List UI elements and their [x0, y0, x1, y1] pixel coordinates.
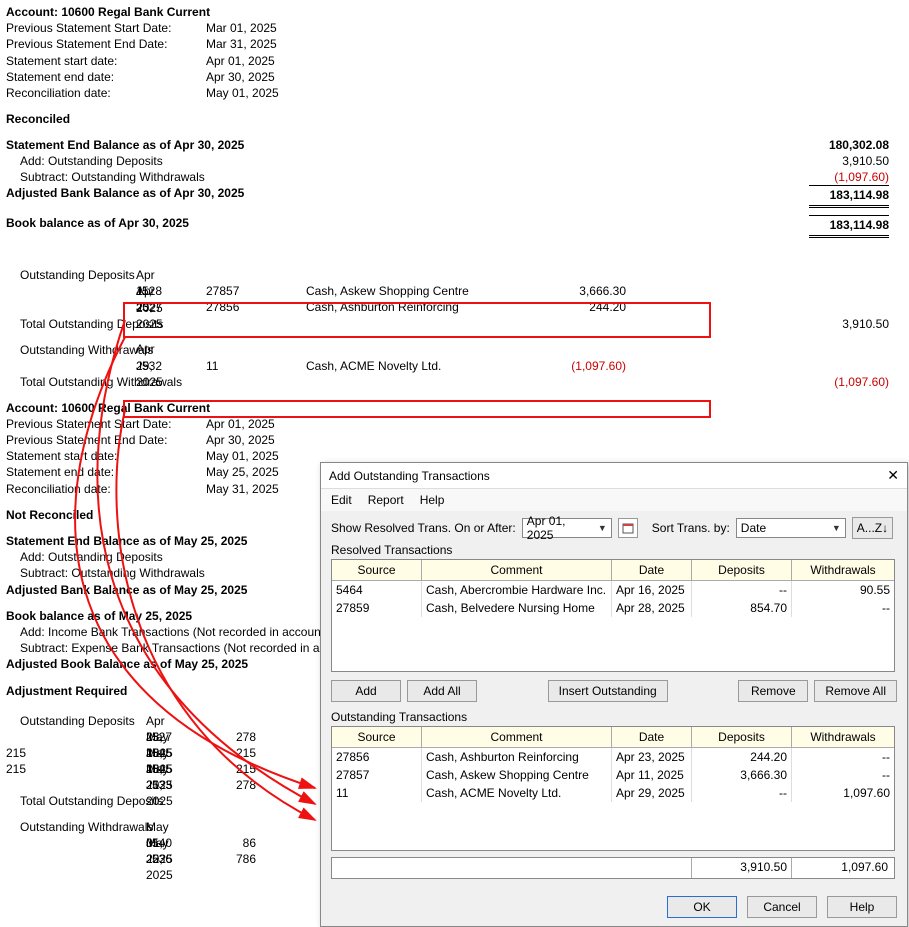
- prev-start-value: Mar 01, 2025: [206, 20, 277, 36]
- recon-date-label: Reconciliation date:: [6, 85, 206, 101]
- prev-end-label: Previous Statement End Date:: [6, 36, 206, 52]
- outstanding-row[interactable]: 27857 Cash, Askew Shopping Centre Apr 11…: [332, 766, 894, 784]
- stmt-end-label: Statement end date:: [6, 69, 206, 85]
- total-withdrawals: 1,097.60: [792, 858, 892, 878]
- resolved-section-label: Resolved Transactions: [331, 543, 897, 557]
- stmt-end-bal-label: Statement End Balance as of Apr 30, 2025: [6, 138, 244, 152]
- calendar-icon[interactable]: [618, 518, 638, 538]
- chevron-down-icon: ▼: [832, 523, 841, 533]
- col-date[interactable]: Date: [612, 560, 692, 580]
- resolved-row[interactable]: 27859 Cash, Belvedere Nursing Home Apr 2…: [332, 599, 894, 617]
- outstanding-section-label: Outstanding Transactions: [331, 710, 897, 724]
- adj-bank-label: Adjusted Bank Balance as of Apr 30, 2025: [6, 186, 244, 200]
- stmt-end-bal: 180,302.08: [829, 137, 889, 153]
- menu-help[interactable]: Help: [420, 493, 445, 507]
- resolved-row[interactable]: 5464 Cash, Abercrombie Hardware Inc. Apr…: [332, 581, 894, 599]
- prev-end-value: Mar 31, 2025: [206, 36, 277, 52]
- book-bal-label: Book balance as of Apr 30, 2025: [6, 216, 189, 230]
- book-bal: 183,114.98: [809, 215, 889, 237]
- outstanding-row[interactable]: 11 Cash, ACME Novelty Ltd. Apr 29, 2025 …: [332, 784, 894, 802]
- sub-wd: (1,097.60): [834, 169, 889, 185]
- total-out-wd-label: Total Outstanding Withdrawals: [20, 375, 182, 389]
- cancel-button[interactable]: Cancel: [747, 896, 817, 918]
- account-header-1: Account: 10600 Regal Bank Current: [6, 4, 903, 20]
- col-comment[interactable]: Comment: [422, 560, 612, 580]
- stmt-start-label: Statement start date:: [6, 53, 206, 69]
- menu-edit[interactable]: Edit: [331, 493, 352, 507]
- col-withdrawals[interactable]: Withdrawals: [792, 560, 894, 580]
- dialog-title: Add Outstanding Transactions: [329, 469, 490, 483]
- reconciled-status: Reconciled: [6, 111, 903, 127]
- account-header-2: Account: 10600 Regal Bank Current: [6, 400, 903, 416]
- close-icon[interactable]: ✕: [887, 467, 899, 484]
- dialog-menubar: Edit Report Help: [321, 489, 907, 511]
- withdrawal-row-1: Apr 29, 2025 J532 11 Cash, ACME Novelty …: [6, 358, 903, 374]
- add-button[interactable]: Add: [331, 680, 401, 702]
- remove-all-button[interactable]: Remove All: [814, 680, 897, 702]
- total-out-dep: 3,910.50: [842, 316, 889, 332]
- stmt-start-value: Apr 01, 2025: [206, 53, 275, 69]
- col-source[interactable]: Source: [332, 560, 422, 580]
- show-resolved-label: Show Resolved Trans. On or After:: [331, 521, 516, 535]
- sub-wd-label: Subtract: Outstanding Withdrawals: [20, 170, 205, 184]
- adj-bank: 183,114.98: [809, 185, 889, 207]
- col-deposits[interactable]: Deposits: [692, 560, 792, 580]
- ok-button[interactable]: OK: [667, 896, 737, 918]
- date-after-combo[interactable]: Apr 01, 2025▼: [522, 518, 612, 538]
- outstanding-row[interactable]: 27856 Cash, Ashburton Reinforcing Apr 23…: [332, 748, 894, 766]
- stmt-end-value: Apr 30, 2025: [206, 69, 275, 85]
- sort-az-button[interactable]: A...Z↓: [852, 517, 893, 539]
- totals-row: 3,910.50 1,097.60: [331, 857, 895, 879]
- outstanding-grid: Source Comment Date Deposits Withdrawals…: [331, 726, 895, 851]
- remove-button[interactable]: Remove: [738, 680, 808, 702]
- total-out-dep-label: Total Outstanding Deposits: [20, 317, 163, 331]
- total-deposits: 3,910.50: [692, 858, 792, 878]
- menu-report[interactable]: Report: [368, 493, 404, 507]
- deposit-row-2: Apr 23, 2025 J527 27856 Cash, Ashburton …: [6, 300, 903, 316]
- chevron-down-icon: ▼: [598, 523, 607, 533]
- sort-by-label: Sort Trans. by:: [652, 521, 730, 535]
- add-all-button[interactable]: Add All: [407, 680, 477, 702]
- sort-by-combo[interactable]: Date▼: [736, 518, 846, 538]
- insert-outstanding-button[interactable]: Insert Outstanding: [548, 680, 668, 702]
- add-dep-label: Add: Outstanding Deposits: [20, 154, 163, 168]
- add-dep: 3,910.50: [842, 153, 889, 169]
- add-outstanding-dialog: Add Outstanding Transactions ✕ Edit Repo…: [320, 462, 908, 927]
- help-button[interactable]: Help: [827, 896, 897, 918]
- total-out-wd: (1,097.60): [834, 374, 889, 390]
- prev-start-label: Previous Statement Start Date:: [6, 20, 206, 36]
- recon-date-value: May 01, 2025: [206, 85, 279, 101]
- resolved-grid: Source Comment Date Deposits Withdrawals…: [331, 559, 895, 672]
